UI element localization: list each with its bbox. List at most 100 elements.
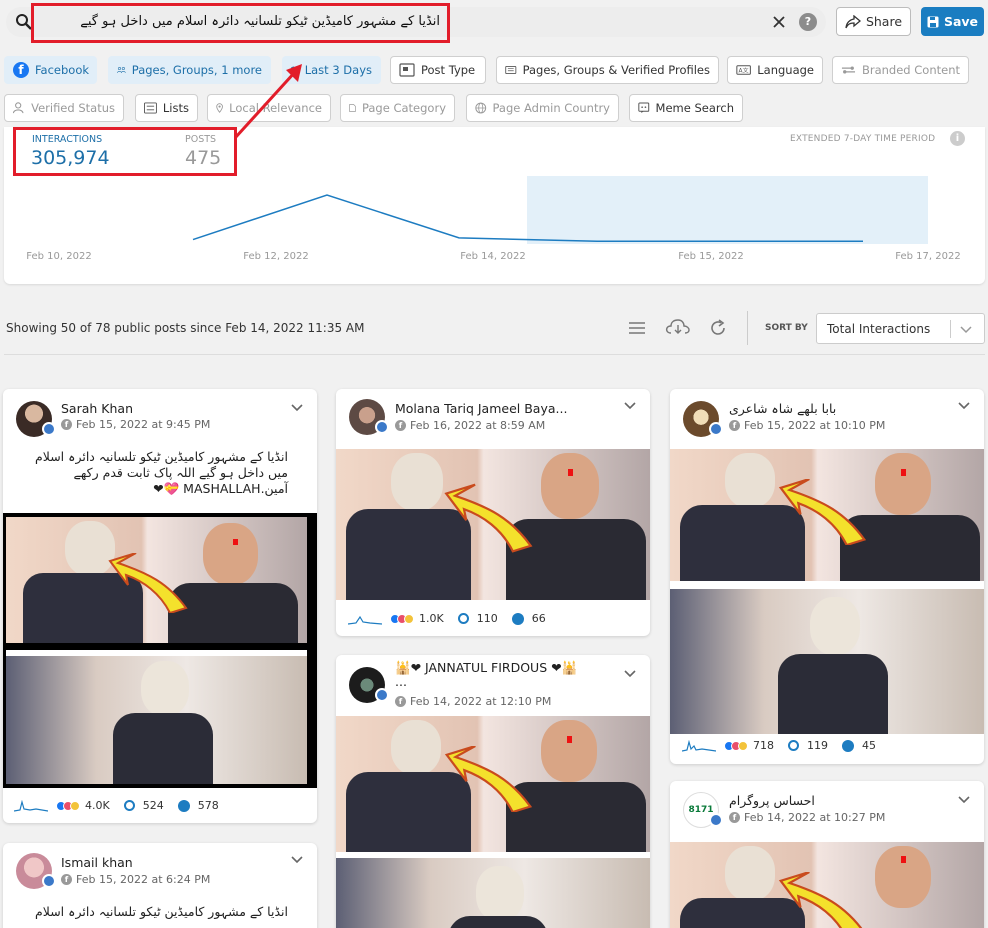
post-author-name[interactable]: Sarah Khan: [61, 401, 281, 416]
post-type-icon: [399, 63, 415, 77]
post-card-4[interactable]: 🕌❤ JANNATUL FIRDOUS ❤🕌 ... f Feb 14, 202…: [336, 655, 650, 928]
post-date-text: Feb 14, 2022 at 12:10 PM: [410, 695, 552, 708]
filter-language-label: Language: [757, 63, 814, 77]
filter-language[interactable]: A文 Language: [727, 56, 823, 84]
comment-icon: [788, 740, 799, 751]
filter-lists-label: Lists: [162, 101, 189, 115]
summary-highlight-box: [13, 127, 237, 176]
post-date-text: Feb 15, 2022 at 9:45 PM: [76, 418, 211, 431]
save-label: Save: [943, 14, 979, 29]
refresh-icon[interactable]: [709, 319, 727, 337]
save-icon: [927, 16, 939, 27]
post-image[interactable]: [670, 842, 984, 928]
post-card-2[interactable]: Ismail khan f Feb 15, 2022 at 6:24 PM ان…: [3, 843, 317, 928]
chart-x-tick-label: Feb 17, 2022: [895, 251, 960, 262]
post-date[interactable]: f Feb 14, 2022 at 10:27 PM: [729, 811, 885, 824]
share-button[interactable]: Share: [836, 7, 911, 36]
shares-count: 45: [862, 739, 876, 752]
filter-lists[interactable]: Lists: [135, 94, 198, 122]
post-date-text: Feb 15, 2022 at 10:10 PM: [744, 419, 886, 432]
post-menu-chevron-icon[interactable]: [290, 853, 304, 867]
chart-x-tick-label: Feb 12, 2022: [243, 251, 308, 262]
language-icon: A文: [736, 65, 751, 75]
list-icon: [144, 102, 157, 114]
filter-branded[interactable]: Branded Content: [832, 56, 969, 84]
section-divider: [4, 354, 985, 355]
post-card-6[interactable]: 8171 احساس پروگرام f Feb 14, 2022 at 10:…: [670, 781, 984, 928]
profiles-icon: [505, 65, 517, 75]
help-icon[interactable]: ?: [799, 13, 817, 31]
sort-select[interactable]: Total Interactions: [816, 313, 985, 344]
post-menu-chevron-icon[interactable]: [623, 667, 637, 681]
comment-icon: [457, 613, 469, 624]
facebook-icon: f: [13, 62, 29, 78]
post-author-name[interactable]: Ismail khan: [61, 855, 281, 870]
reactions-count: 4.0K: [85, 799, 110, 812]
facebook-small-icon: f: [61, 419, 72, 430]
info-icon[interactable]: i: [950, 131, 965, 146]
reactions-count: 1.0K: [419, 612, 444, 625]
post-date[interactable]: f Feb 15, 2022 at 9:45 PM: [61, 418, 210, 431]
post-card-3[interactable]: Molana Tariq Jameel Baya... f Feb 16, 20…: [336, 389, 650, 636]
post-stats: 718 119 45: [682, 739, 876, 752]
post-date[interactable]: f Feb 14, 2022 at 12:10 PM: [395, 695, 551, 708]
globe-icon: [475, 102, 487, 114]
filter-facebook[interactable]: f Facebook: [4, 56, 97, 84]
page-category-icon: [349, 104, 356, 112]
post-author-name[interactable]: احساس پروگرام: [729, 793, 949, 808]
post-author-name-overflow: ...: [395, 677, 407, 687]
filter-date-range-label: Last 3 Days: [304, 63, 372, 77]
post-menu-chevron-icon[interactable]: [957, 793, 971, 807]
results-count: Showing 50 of 78 public posts since Feb …: [6, 321, 365, 335]
post-date-text: Feb 16, 2022 at 8:59 AM: [410, 419, 546, 432]
filter-branded-label: Branded Content: [861, 63, 960, 77]
sparkline-icon: [14, 799, 48, 812]
sort-by-label: SORT BY: [765, 323, 808, 333]
clear-search-icon[interactable]: [772, 15, 786, 29]
filter-page-category-label: Page Category: [361, 101, 446, 115]
filter-admin-country[interactable]: Page Admin Country: [466, 94, 619, 122]
chart-x-tick-label: Feb 10, 2022: [26, 251, 91, 262]
post-author-name[interactable]: Molana Tariq Jameel Baya...: [395, 401, 615, 416]
facebook-small-icon: f: [729, 812, 740, 823]
post-image[interactable]: [336, 716, 650, 928]
post-date[interactable]: f Feb 15, 2022 at 10:10 PM: [729, 419, 885, 432]
save-button[interactable]: Save: [921, 7, 984, 36]
comment-icon: [123, 800, 135, 811]
filter-pgv[interactable]: Pages, Groups & Verified Profiles: [496, 56, 719, 84]
facebook-small-icon: f: [729, 420, 740, 431]
filter-meme[interactable]: Meme Search: [629, 94, 743, 122]
shares-count: 66: [531, 612, 546, 625]
post-image[interactable]: [670, 449, 984, 734]
extended-period-label: EXTENDED 7-DAY TIME PERIOD: [790, 134, 936, 144]
filter-post-type[interactable]: Post Type: [390, 56, 486, 84]
post-image[interactable]: [336, 449, 650, 600]
post-stats: 4.0K 524 578: [14, 799, 219, 812]
post-card-1[interactable]: Sarah Khan f Feb 15, 2022 at 9:45 PM انڈ…: [3, 389, 317, 823]
post-date[interactable]: f Feb 15, 2022 at 6:24 PM: [61, 873, 210, 886]
list-view-icon[interactable]: [628, 321, 646, 335]
post-menu-chevron-icon[interactable]: [623, 399, 637, 413]
post-author-name[interactable]: 🕌❤ JANNATUL FIRDOUS ❤🕌: [395, 660, 625, 676]
filter-page-category[interactable]: Page Category: [340, 94, 455, 122]
location-icon: [216, 103, 223, 114]
post-image[interactable]: [3, 513, 317, 788]
post-date-text: Feb 15, 2022 at 6:24 PM: [76, 873, 211, 886]
share-count-icon: [511, 612, 524, 625]
filter-verified[interactable]: Verified Status: [4, 94, 124, 122]
filter-admin-country-label: Page Admin Country: [492, 101, 611, 115]
post-date[interactable]: f Feb 16, 2022 at 8:59 AM: [395, 419, 545, 432]
chart-highlight-range: [527, 176, 928, 244]
post-card-5[interactable]: بابا بلھے شاہ شاعری f Feb 15, 2022 at 10…: [670, 389, 984, 764]
svg-text:A文: A文: [739, 67, 749, 75]
post-menu-chevron-icon[interactable]: [957, 399, 971, 413]
post-menu-chevron-icon[interactable]: [290, 401, 304, 415]
post-author-name[interactable]: بابا بلھے شاہ شاعری: [729, 401, 949, 416]
reactions-icon: [724, 740, 748, 751]
comments-count: 110: [476, 612, 498, 625]
sparkline-icon: [348, 615, 382, 625]
toolbar-divider: [747, 311, 748, 345]
reactions-icon: [56, 800, 80, 811]
download-icon[interactable]: [665, 318, 691, 336]
chevron-down-icon: [960, 326, 972, 334]
